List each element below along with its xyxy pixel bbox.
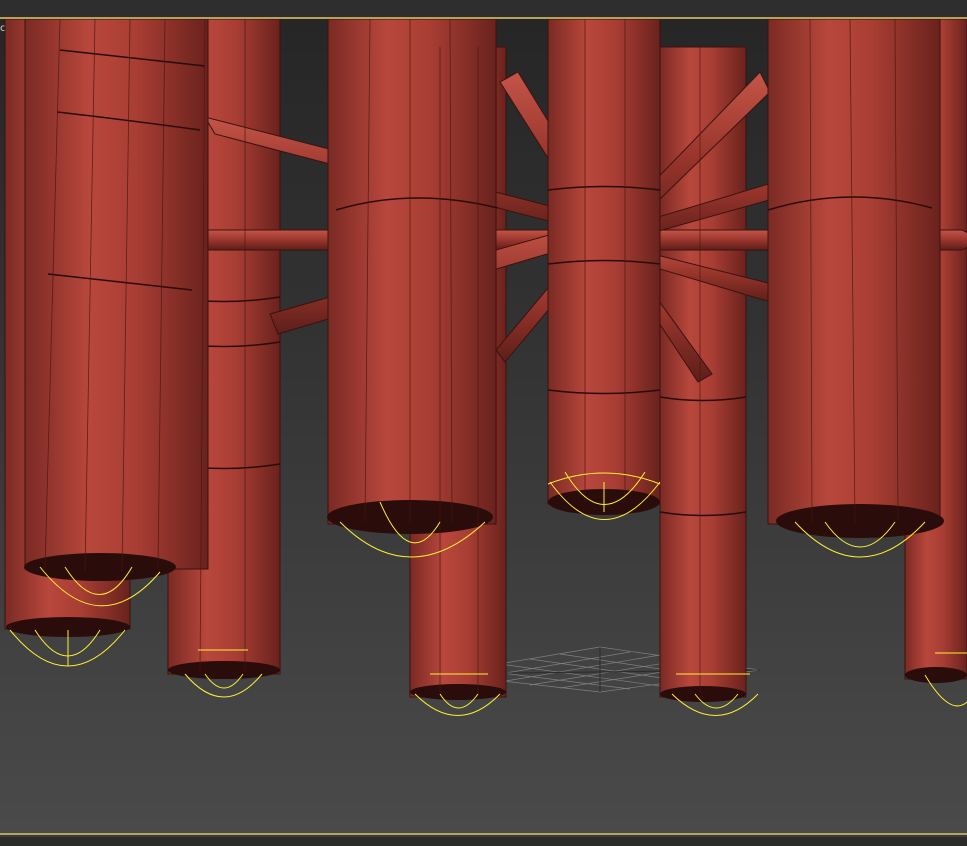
scene-canvas[interactable] [0,19,967,835]
viewport-perspective[interactable]: ces ] [0,17,967,835]
cylinder-pendant[interactable] [24,19,209,581]
title-bar [0,0,967,17]
status-bar [0,837,967,846]
cylinder-pendant[interactable] [767,19,944,538]
cylinder-pendant[interactable] [327,19,499,534]
cylinder-pendant[interactable] [547,19,661,515]
